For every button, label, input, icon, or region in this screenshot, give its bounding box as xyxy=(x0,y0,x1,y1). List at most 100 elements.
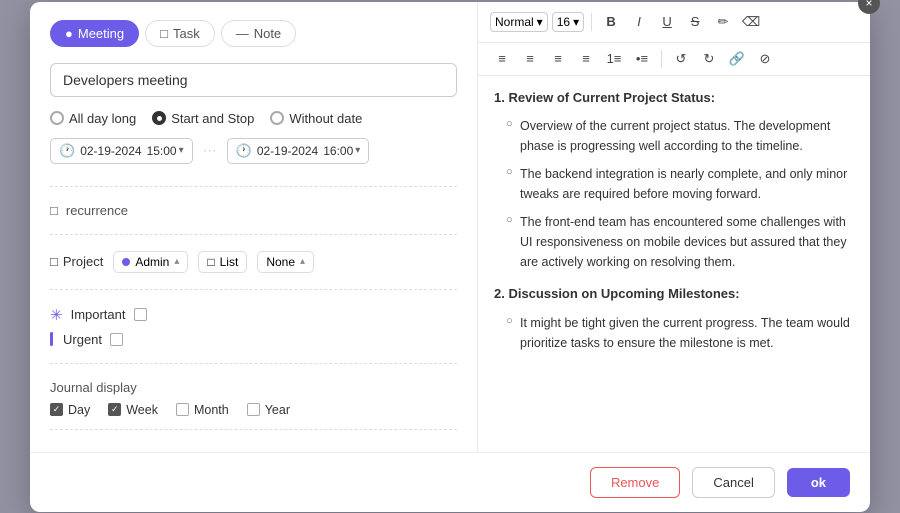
strikethrough-button[interactable]: S xyxy=(683,10,707,34)
align-justify-button[interactable]: ≡ xyxy=(574,47,598,71)
recurrence-icon: □ xyxy=(50,203,58,218)
style-select[interactable]: Normal ▾ xyxy=(490,12,548,32)
list-item: The front-end team has encountered some … xyxy=(506,212,854,272)
section2-list: It might be tight given the current prog… xyxy=(494,313,854,353)
event-title-input[interactable]: Developers meeting xyxy=(50,63,457,97)
right-panel: Normal ▾ 16 ▾ B I U S ✏ ⌫ xyxy=(478,2,870,452)
tab-meeting[interactable]: ● Meeting xyxy=(50,20,139,47)
section1-list: Overview of the current project status. … xyxy=(494,116,854,272)
date-row: 🕐 02-19-2024 15:00 ▾ ⋯ 🕐 02-19-2024 16:0… xyxy=(50,138,457,164)
divider-4 xyxy=(50,363,457,364)
align-left-button[interactable]: ≡ xyxy=(490,47,514,71)
end-date-field[interactable]: 🕐 02-19-2024 16:00 ▾ xyxy=(227,138,370,164)
start-date-field[interactable]: 🕐 02-19-2024 15:00 ▾ xyxy=(50,138,193,164)
no-date-option[interactable]: Without date xyxy=(270,111,362,126)
align-right-button[interactable]: ≡ xyxy=(546,47,570,71)
list-value: None xyxy=(266,255,295,269)
size-select[interactable]: 16 ▾ xyxy=(552,12,584,32)
start-time-select[interactable]: 15:00 ▾ xyxy=(147,144,184,158)
project-dropdown[interactable]: Admin ▴ xyxy=(113,251,188,273)
project-text: Project xyxy=(63,254,103,269)
project-icon: □ xyxy=(50,254,58,269)
modal-footer: Remove Cancel ok xyxy=(30,452,870,512)
flag-important: ✳ Important xyxy=(50,306,457,324)
remove-button[interactable]: Remove xyxy=(590,467,680,498)
tab-note[interactable]: — Note xyxy=(221,20,296,47)
ok-button[interactable]: ok xyxy=(787,468,850,497)
redo-button[interactable]: ↻ xyxy=(697,47,721,71)
divider-2 xyxy=(50,234,457,235)
journal-title: Journal display xyxy=(50,380,457,395)
all-day-radio[interactable] xyxy=(50,111,64,125)
bold-button[interactable]: B xyxy=(599,10,623,34)
end-time-value: 16:00 xyxy=(323,144,353,158)
start-time-value: 15:00 xyxy=(147,144,177,158)
day-checkbox[interactable] xyxy=(50,403,63,416)
journal-section: Journal display Day Week Month xyxy=(50,372,457,421)
task-tab-label: Task xyxy=(173,26,200,41)
list-section: □ List xyxy=(198,251,247,273)
list-chevron: ▴ xyxy=(300,256,305,267)
toolbar-sep-1 xyxy=(591,13,592,31)
recurrence-row[interactable]: □ recurrence xyxy=(50,195,457,226)
cancel-button[interactable]: Cancel xyxy=(692,467,774,498)
journal-options: Day Week Month Year xyxy=(50,403,457,417)
list-dropdown[interactable]: None ▴ xyxy=(257,251,314,273)
tab-task[interactable]: □ Task xyxy=(145,20,215,47)
month-checkbox[interactable] xyxy=(176,403,189,416)
editor-toolbar-row1: Normal ▾ 16 ▾ B I U S ✏ ⌫ xyxy=(478,2,870,43)
meeting-tab-icon: ● xyxy=(65,26,73,41)
urgent-checkbox[interactable] xyxy=(110,333,123,346)
end-time-select[interactable]: 16:00 ▾ xyxy=(323,144,360,158)
divider-5 xyxy=(50,429,457,430)
day-label: Day xyxy=(68,403,90,417)
project-row: □ Project Admin ▴ □ List None ▴ xyxy=(50,243,457,281)
urgent-label: Urgent xyxy=(63,332,102,347)
unordered-list-button[interactable]: •≡ xyxy=(630,47,654,71)
underline-button[interactable]: U xyxy=(655,10,679,34)
link-button[interactable]: 🔗 xyxy=(725,47,749,71)
date-separator: ⋯ xyxy=(203,142,217,159)
list-icon: □ xyxy=(207,255,214,269)
flag-urgent: Urgent xyxy=(50,332,457,347)
left-panel: ● Meeting □ Task — Note Developers meeti… xyxy=(30,2,478,452)
align-center-button[interactable]: ≡ xyxy=(518,47,542,71)
modal-dialog: × ● Meeting □ Task — Note xyxy=(30,2,870,512)
undo-button[interactable]: ↺ xyxy=(669,47,693,71)
start-stop-label: Start and Stop xyxy=(171,111,254,126)
erase-button[interactable]: ⌫ xyxy=(739,10,763,34)
list-item: The backend integration is nearly comple… xyxy=(506,164,854,204)
end-time-chevron: ▾ xyxy=(355,145,360,156)
journal-day[interactable]: Day xyxy=(50,403,90,417)
urgent-icon xyxy=(50,332,53,346)
year-checkbox[interactable] xyxy=(247,403,260,416)
journal-week[interactable]: Week xyxy=(108,403,158,417)
italic-button[interactable]: I xyxy=(627,10,651,34)
meeting-tab-label: Meeting xyxy=(78,26,124,41)
start-stop-radio[interactable] xyxy=(152,111,166,125)
project-label: □ Project xyxy=(50,254,103,269)
size-chevron: ▾ xyxy=(573,15,579,29)
pen-button[interactable]: ✏ xyxy=(711,10,735,34)
divider-3 xyxy=(50,289,457,290)
all-day-option[interactable]: All day long xyxy=(50,111,136,126)
start-stop-option[interactable]: Start and Stop xyxy=(152,111,254,126)
year-label: Year xyxy=(265,403,290,417)
no-date-label: Without date xyxy=(289,111,362,126)
week-checkbox[interactable] xyxy=(108,403,121,416)
close-button[interactable]: × xyxy=(858,0,880,14)
unlink-button[interactable]: ⊘ xyxy=(753,47,777,71)
start-date-value: 02-19-2024 xyxy=(80,144,141,158)
date-options-row: All day long Start and Stop Without date xyxy=(50,111,457,126)
no-date-radio[interactable] xyxy=(270,111,284,125)
editor-content[interactable]: 1. Review of Current Project Status: Ove… xyxy=(478,76,870,452)
ordered-list-button[interactable]: 1≡ xyxy=(602,47,626,71)
journal-month[interactable]: Month xyxy=(176,403,229,417)
important-checkbox[interactable] xyxy=(134,308,147,321)
section-2: 2. Discussion on Upcoming Milestones: It… xyxy=(494,284,854,353)
note-tab-icon: — xyxy=(236,26,249,41)
task-tab-icon: □ xyxy=(160,26,168,41)
important-icon: ✳ xyxy=(50,306,63,324)
journal-year[interactable]: Year xyxy=(247,403,290,417)
editor-toolbar-row2: ≡ ≡ ≡ ≡ 1≡ •≡ ↺ ↻ 🔗 ⊘ xyxy=(478,43,870,76)
